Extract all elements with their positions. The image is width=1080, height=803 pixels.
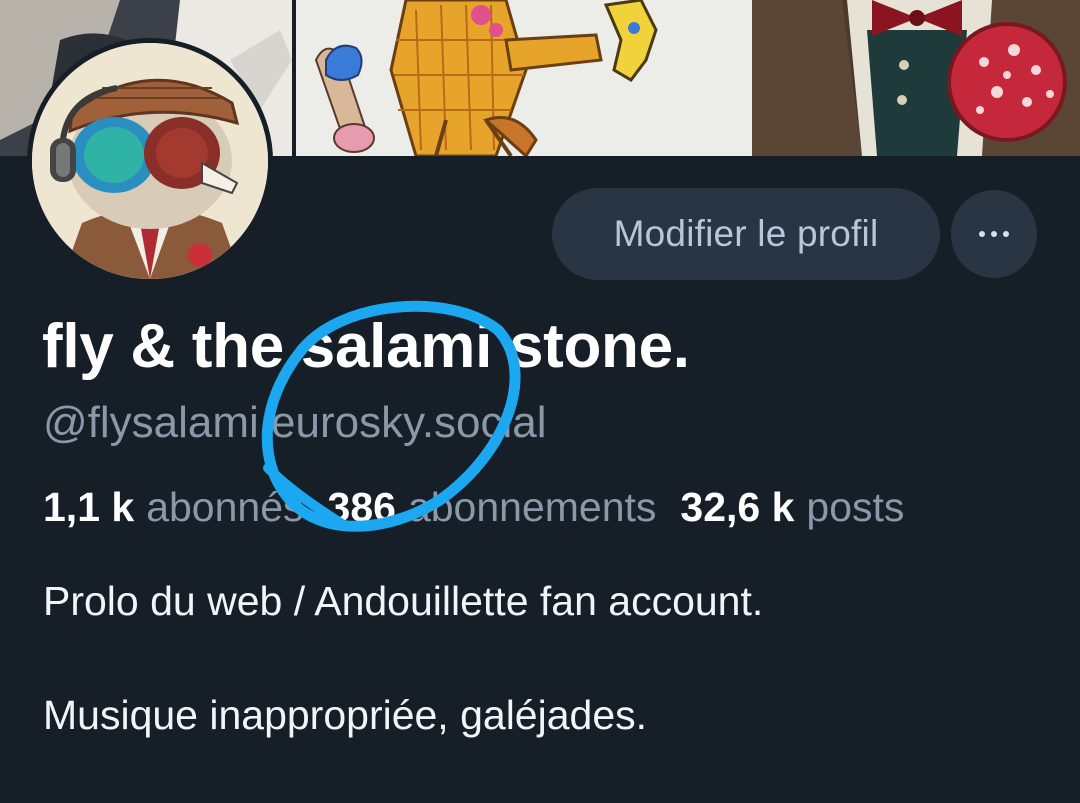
- posts-count: 32,6 k: [680, 484, 795, 530]
- edit-profile-button-label: Modifier le profil: [613, 213, 879, 254]
- banner-drawing-middle: [296, 0, 752, 156]
- following-label: abonnements: [407, 484, 657, 530]
- bio-line: Musique inappropriée, galéjades.: [43, 692, 648, 738]
- followers-label: abonnés: [146, 484, 304, 530]
- banner-photo-right: [752, 0, 1080, 156]
- more-options-button[interactable]: [951, 190, 1037, 278]
- posts-label: posts: [806, 484, 905, 530]
- avatar[interactable]: [27, 38, 273, 284]
- following-count: 386: [327, 484, 396, 530]
- edit-profile-button[interactable]: Modifier le profil: [552, 188, 940, 280]
- ellipsis-icon: [979, 231, 1009, 237]
- bio-line: Prolo du web / Andouillette fan account.: [43, 578, 764, 624]
- posts-stat: 32,6 k posts: [680, 481, 904, 533]
- following-stat[interactable]: 386 abonnements: [328, 481, 657, 533]
- profile-page: Modifier le profil fly & the salami ston…: [0, 0, 1080, 803]
- display-name: fly & the salami stone.: [42, 312, 690, 381]
- followers-count: 1,1 k: [43, 484, 135, 530]
- profile-stats: 1,1 k abonnés 386 abonnements 32,6 k pos…: [43, 481, 928, 533]
- followers-stat[interactable]: 1,1 k abonnés: [43, 481, 304, 533]
- profile-handle: @flysalami.eurosky.social: [43, 398, 547, 447]
